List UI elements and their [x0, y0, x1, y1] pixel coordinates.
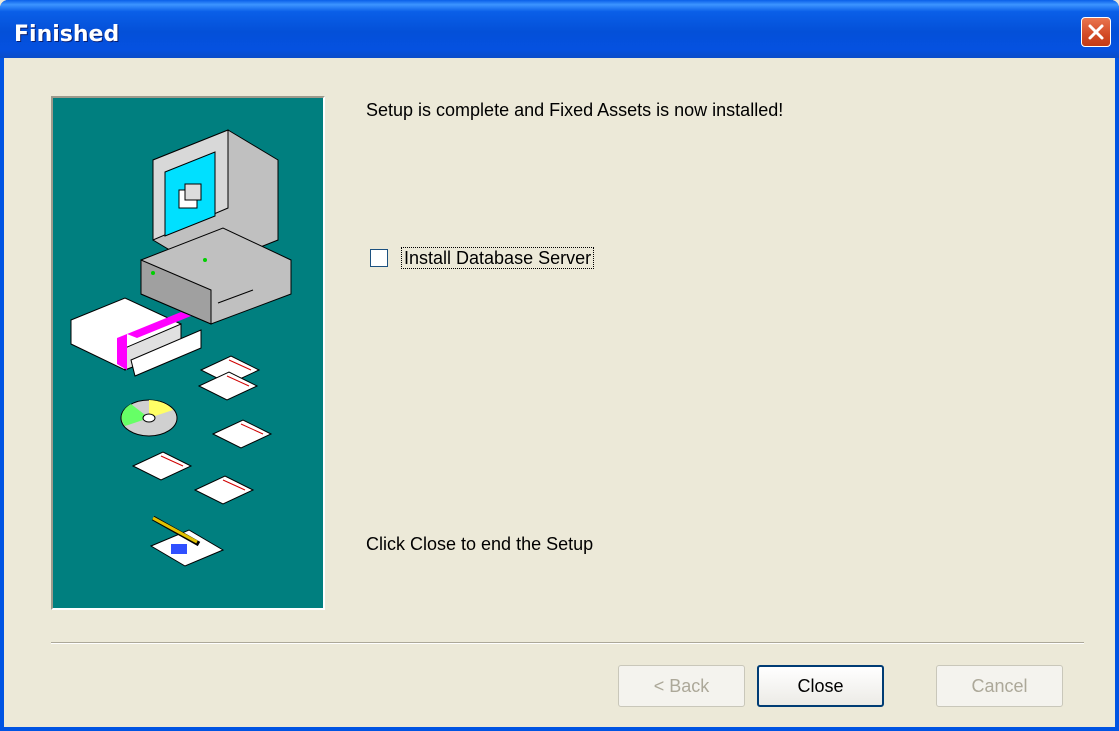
install-database-server-checkbox[interactable] [370, 249, 388, 267]
window-title: Finished [14, 22, 120, 47]
setup-illustration [51, 96, 325, 610]
setup-dialog: Finished Setup is complete and Fixed Ass… [0, 0, 1119, 731]
footer-instruction: Click Close to end the Setup [366, 534, 594, 554]
close-button[interactable]: Close [757, 665, 884, 707]
cancel-button[interactable]: Cancel [936, 665, 1063, 707]
completion-message: Setup is complete and Fixed Assets is no… [366, 100, 784, 120]
title-bar[interactable]: Finished [0, 0, 1119, 58]
close-icon [1088, 24, 1104, 40]
computer-install-icon [70, 129, 292, 567]
close-window-button[interactable] [1081, 17, 1111, 47]
back-button[interactable]: < Back [618, 665, 745, 707]
divider [51, 642, 1084, 644]
install-database-server-label[interactable]: Install Database Server [401, 247, 595, 269]
